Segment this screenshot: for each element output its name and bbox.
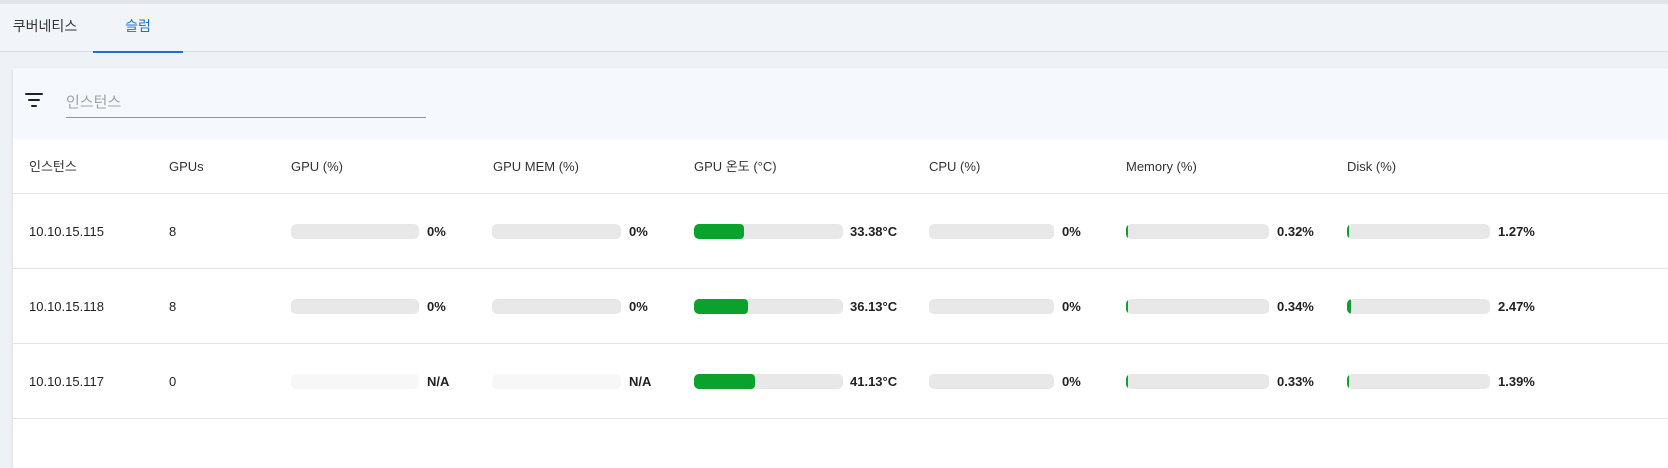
memory-usage-bar-fill bbox=[1126, 299, 1128, 314]
column-header-instance[interactable]: 인스턴스 bbox=[29, 139, 77, 194]
instance-address: 10.10.15.115 bbox=[29, 224, 104, 239]
disk-usage-bar bbox=[1347, 224, 1490, 239]
gpu-usage-value: 0% bbox=[427, 299, 446, 314]
gpu-usage-value: N/A bbox=[427, 374, 450, 389]
gpu-mem-usage-bar bbox=[492, 374, 621, 389]
memory-usage-bar bbox=[1126, 224, 1269, 239]
disk-usage-bar-fill bbox=[1347, 224, 1349, 239]
column-header-gpus[interactable]: GPUs bbox=[169, 139, 204, 194]
column-header-gpu[interactable]: GPU (%) bbox=[291, 139, 343, 194]
filter-bar bbox=[13, 68, 1668, 139]
column-header-disk[interactable]: Disk (%) bbox=[1347, 139, 1396, 194]
disk-usage-bar bbox=[1347, 299, 1490, 314]
filter-icon[interactable] bbox=[25, 93, 43, 107]
memory-usage-bar bbox=[1126, 374, 1269, 389]
memory-usage-bar-fill bbox=[1126, 374, 1128, 389]
tab-slurm-label: 슬럼 bbox=[125, 18, 151, 34]
cpu-usage-bar bbox=[929, 299, 1054, 314]
column-header-gpu-mem[interactable]: GPU MEM (%) bbox=[493, 139, 579, 194]
gpu-mem-usage-bar bbox=[492, 224, 621, 239]
cpu-usage-value: 0% bbox=[1062, 299, 1081, 314]
tab-kubernetes[interactable]: 쿠버네티스 bbox=[0, 4, 90, 52]
instance-table-card: 인스턴스 GPUs GPU (%) GPU MEM (%) GPU 온도 (°C… bbox=[13, 68, 1668, 468]
disk-usage-bar-fill bbox=[1347, 299, 1351, 314]
column-header-cpu[interactable]: CPU (%) bbox=[929, 139, 980, 194]
disk-usage-value: 2.47% bbox=[1498, 299, 1535, 314]
cpu-usage-bar bbox=[929, 224, 1054, 239]
disk-usage-value: 1.39% bbox=[1498, 374, 1535, 389]
memory-usage-bar bbox=[1126, 299, 1269, 314]
gpu-mem-usage-value: N/A bbox=[629, 374, 652, 389]
gpu-temperature-bar-fill bbox=[694, 224, 744, 239]
disk-usage-value: 1.27% bbox=[1498, 224, 1535, 239]
gpu-mem-usage-bar bbox=[492, 299, 621, 314]
gpu-temperature-value: 41.13°C bbox=[850, 374, 898, 389]
disk-usage-bar-fill bbox=[1347, 374, 1349, 389]
gpu-temperature-bar bbox=[694, 374, 843, 389]
disk-usage-bar bbox=[1347, 374, 1490, 389]
gpu-mem-usage-value: 0% bbox=[629, 224, 648, 239]
cpu-usage-bar bbox=[929, 374, 1054, 389]
table-row[interactable]: 10.10.15.115 8 0% 0% 33.38°C 0% 0.32% 1.27% bbox=[13, 194, 1668, 269]
instance-address: 10.10.15.117 bbox=[29, 374, 104, 389]
gpu-temperature-bar-fill bbox=[694, 374, 755, 389]
memory-usage-value: 0.32% bbox=[1277, 224, 1314, 239]
table-row[interactable]: 10.10.15.117 0 N/A N/A 41.13°C 0% 0.33% 1.39% bbox=[13, 344, 1668, 419]
memory-usage-value: 0.33% bbox=[1277, 374, 1314, 389]
column-header-gpu-temp[interactable]: GPU 온도 (°C) bbox=[694, 139, 777, 194]
active-tab-indicator bbox=[93, 51, 183, 53]
memory-usage-bar-fill bbox=[1126, 224, 1128, 239]
gpu-mem-usage-value: 0% bbox=[629, 299, 648, 314]
gpu-temperature-bar-fill bbox=[694, 299, 748, 314]
gpu-temperature-value: 33.38°C bbox=[850, 224, 898, 239]
gpu-count: 8 bbox=[169, 299, 177, 314]
table-header: 인스턴스 GPUs GPU (%) GPU MEM (%) GPU 온도 (°C… bbox=[13, 139, 1668, 194]
tab-slurm[interactable]: 슬럼 bbox=[93, 4, 183, 53]
gpu-count: 0 bbox=[169, 374, 177, 389]
gpu-temperature-bar bbox=[694, 224, 843, 239]
instance-filter-input[interactable] bbox=[66, 88, 426, 118]
gpu-usage-bar bbox=[291, 224, 419, 239]
memory-usage-value: 0.34% bbox=[1277, 299, 1314, 314]
gpu-usage-bar bbox=[291, 374, 419, 389]
cpu-usage-value: 0% bbox=[1062, 374, 1081, 389]
gpu-usage-bar bbox=[291, 299, 419, 314]
column-header-memory[interactable]: Memory (%) bbox=[1126, 139, 1197, 194]
cpu-usage-value: 0% bbox=[1062, 224, 1081, 239]
instance-address: 10.10.15.118 bbox=[29, 299, 104, 314]
gpu-count: 8 bbox=[169, 224, 177, 239]
gpu-temperature-bar bbox=[694, 299, 843, 314]
tab-bar: 쿠버네티스 슬럼 bbox=[0, 4, 1668, 53]
gpu-temperature-value: 36.13°C bbox=[850, 299, 898, 314]
table-row[interactable]: 10.10.15.118 8 0% 0% 36.13°C 0% 0.34% 2.47% bbox=[13, 269, 1668, 344]
gpu-usage-value: 0% bbox=[427, 224, 446, 239]
